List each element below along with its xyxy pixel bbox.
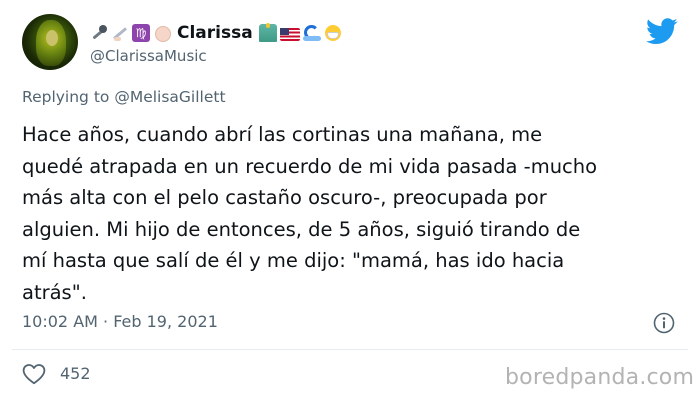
twitter-bird-icon[interactable] [646,18,678,45]
heart-icon[interactable] [22,363,46,385]
tweet-text-line: mí hasta que salí de él y me dijo: "mamá… [22,249,565,272]
raised-fist-emoji-icon [153,24,171,42]
us-flag-emoji-icon [279,27,300,41]
avatar[interactable] [22,14,78,70]
boredpanda-watermark: boredpanda.com [505,365,695,390]
info-icon[interactable] [653,312,675,334]
tweet-text-line: quedé atrapada en un recuerdo de mi vida… [22,154,598,178]
face-mask-emoji-icon [324,24,342,42]
like-count: 452 [60,364,91,383]
stats-divider [12,349,688,350]
author-name-row[interactable]: ♍ Clarissa [90,21,345,45]
tweet-text-line: alguien. Mi hijo de entonces, de 5 años,… [22,217,581,241]
tweet-text-line: atrás". [22,280,87,304]
author-handle[interactable]: @ClarissaMusic [90,47,207,65]
replying-to-label: Replying to [22,88,110,106]
statue-of-liberty-emoji-icon [258,23,277,42]
reply-mention-link[interactable]: @MelisaGillett [114,88,225,106]
avatar-face [46,30,58,46]
tweet-text-line: Hace años, cuando abrí las cortinas una … [22,123,543,146]
replying-to-line: Replying to @MelisaGillett [22,88,226,106]
wave-emoji-icon [302,24,321,42]
tweet-text: Hace años, cuando abrí las cortinas una … [22,119,672,308]
microphone-emoji-icon [90,24,108,42]
author-display-name[interactable]: Clarissa [177,23,253,43]
virgo-emoji-icon: ♍ [132,24,150,42]
writing-hand-emoji-icon [111,24,129,42]
tweet-text-line: más alta con el pelo castaño oscuro-, pr… [22,186,547,209]
tweet-timestamp[interactable]: 10:02 AM · Feb 19, 2021 [22,312,218,331]
